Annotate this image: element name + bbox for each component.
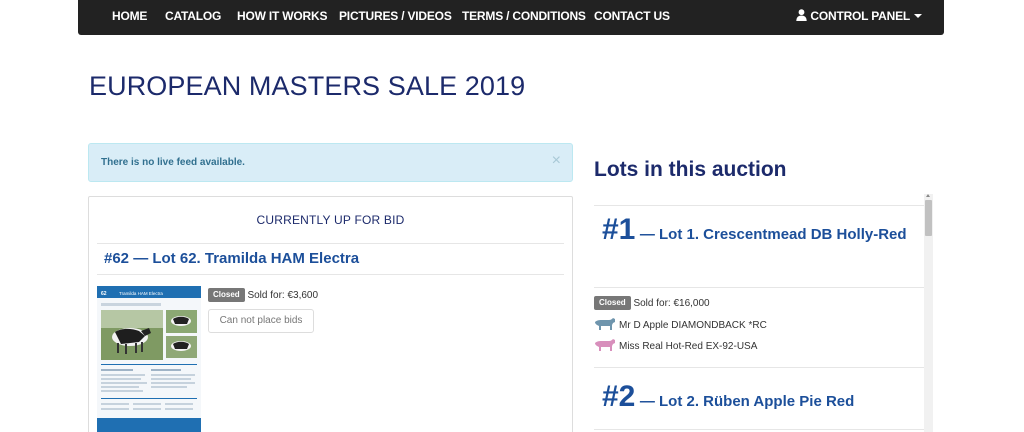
dam-line: Miss Real Hot-Red EX-92-USA [594, 338, 757, 352]
divider [97, 243, 564, 244]
lot-title-link[interactable]: #1 — Lot 1. Crescentmead DB Holly-Red [602, 214, 907, 250]
catalog-page-image: 62 Tramilda HAM Electra [97, 286, 201, 432]
sire-line: Mr D Apple DIAMONDBACK *RC [594, 317, 767, 331]
status-badge: Closed [208, 288, 245, 302]
lot-number: #1 [602, 213, 636, 246]
nav-catalog[interactable]: CATALOG [165, 0, 221, 35]
close-icon[interactable]: × [552, 153, 561, 169]
divider [594, 429, 924, 430]
user-icon [796, 9, 808, 21]
lot-name: — Lot 1. Crescentmead DB Holly-Red [639, 226, 907, 243]
nav-pictures-videos[interactable]: PICTURES / VIDEOS [339, 0, 452, 35]
catalog-page-thumbnail[interactable]: 62 Tramilda HAM Electra [97, 286, 201, 432]
divider [594, 367, 924, 368]
current-lot-title-link[interactable]: #62 — Lot 62. Tramilda HAM Electra [104, 250, 359, 267]
catalog-cow-name: Tramilda HAM Electra [119, 291, 163, 296]
sold-price: Sold for: €3,600 [247, 290, 319, 301]
nav-contact-us[interactable]: CONTACT US [594, 0, 670, 35]
sold-price: Sold for: €16,000 [633, 298, 710, 309]
cow-sire-icon [595, 318, 615, 330]
catalog-lot-number: 62 [101, 291, 107, 297]
place-bid-button[interactable]: Can not place bids [208, 309, 314, 333]
lot-number: #2 [602, 380, 636, 413]
panel-heading: CURRENTLY UP FOR BID [256, 213, 405, 227]
lots-section-title: Lots in this auction [594, 158, 787, 181]
scroll-up-icon[interactable] [926, 194, 930, 197]
divider [594, 287, 924, 288]
divider [97, 274, 564, 275]
caret-down-icon [914, 14, 922, 18]
nav-terms-conditions[interactable]: TERMS / CONDITIONS [462, 0, 586, 35]
nav-how-it-works[interactable]: HOW IT WORKS [237, 0, 327, 35]
page-title: EUROPEAN MASTERS SALE 2019 [89, 71, 526, 101]
control-panel-label: CONTROL PANEL [810, 9, 910, 23]
lots-scrollbar[interactable] [924, 194, 933, 432]
nav-home[interactable]: HOME [112, 0, 147, 35]
cow-dam-icon [595, 339, 615, 351]
top-navbar: HOME CATALOG HOW IT WORKS PICTURES / VID… [78, 0, 944, 35]
lot-title-link[interactable]: #2 — Lot 2. Rüben Apple Pie Red [602, 381, 907, 417]
lots-list[interactable]: #1 — Lot 1. Crescentmead DB Holly-Red Cl… [594, 194, 933, 432]
sold-info: Closed Sold for: €16,000 [594, 296, 710, 310]
control-panel-dropdown[interactable]: CONTROL PANEL [796, 0, 922, 35]
sold-info: Closed Sold for: €3,600 [208, 288, 318, 302]
info-alert: There is no live feed available. × [88, 143, 573, 182]
divider [594, 205, 924, 206]
scrollbar-thumb[interactable] [925, 200, 932, 236]
lot-name: — Lot 2. Rüben Apple Pie Red [639, 393, 855, 410]
alert-message: There is no live feed available. [101, 157, 245, 168]
current-bid-panel: CURRENTLY UP FOR BID #62 — Lot 62. Trami… [88, 196, 573, 432]
status-badge: Closed [594, 296, 631, 310]
dam-name: Miss Real Hot-Red EX-92-USA [619, 341, 758, 352]
sire-name: Mr D Apple DIAMONDBACK *RC [619, 320, 767, 331]
